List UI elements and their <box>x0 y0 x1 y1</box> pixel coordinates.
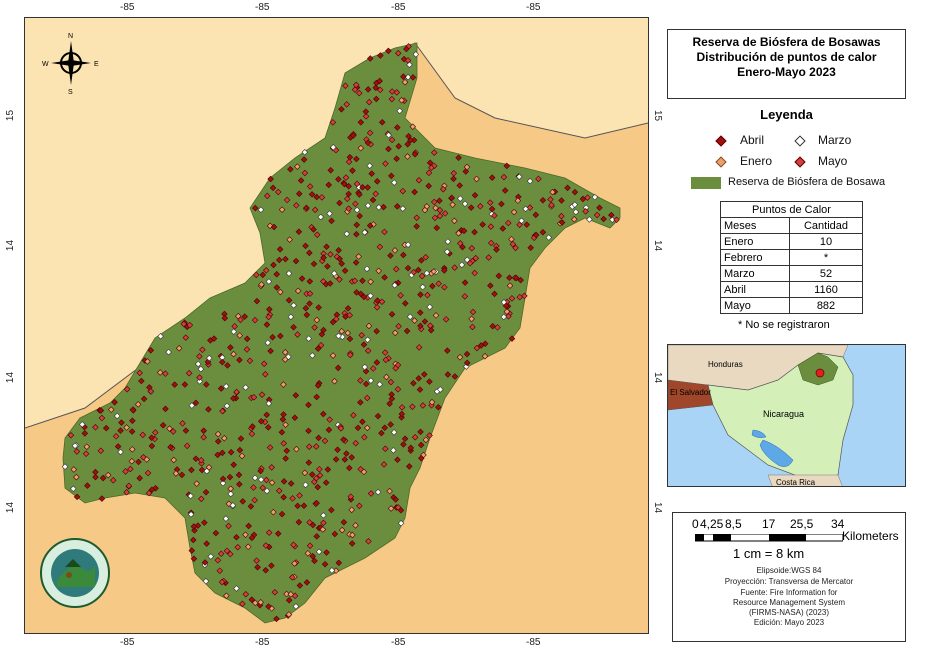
legend-symbol-abril <box>715 135 727 147</box>
table-cell-cantidad: * <box>789 249 863 266</box>
table-cell-cantidad: 1160 <box>789 281 863 298</box>
meta-source-2: Resource Management System <box>732 598 846 607</box>
table-cell-cantidad: 52 <box>789 265 863 282</box>
grid-label-left-3: 14 <box>5 371 17 384</box>
inset-label-honduras: Honduras <box>708 360 743 369</box>
grid-label-right-2: 14 <box>652 239 664 252</box>
legend-symbol-marzo <box>794 135 806 147</box>
grid-label-bottom-1: -85 <box>120 637 135 648</box>
inset-map-canvas: Honduras El Salvador Nicaragua Costa Ric… <box>668 345 905 487</box>
scale-tick-3: 17 <box>762 517 776 531</box>
inset-label-nicaragua: Nicaragua <box>763 409 804 419</box>
meta-edition: Edición: Mayo 2023 <box>753 618 825 627</box>
grid-label-right-3: 14 <box>652 371 664 384</box>
table-row: Febrero * <box>720 249 863 266</box>
grid-label-right-1: 15 <box>652 109 664 122</box>
table-row: Enero 10 <box>720 233 863 250</box>
inset-map[interactable]: Honduras El Salvador Nicaragua Costa Ric… <box>667 344 906 487</box>
table-cell-mes: Abril <box>720 281 790 298</box>
scale-tick-4: 25,5 <box>790 517 814 531</box>
table-header-cantidad: Cantidad <box>789 217 863 234</box>
inset-location-marker <box>815 368 825 378</box>
table-cell-cantidad: 10 <box>789 233 863 250</box>
north-arrow-s: S <box>68 89 73 96</box>
grid-label-top-4: -85 <box>526 2 541 13</box>
table-title: Puntos de Calor <box>720 201 863 218</box>
grid-label-right-4: 14 <box>652 501 664 514</box>
north-arrow-e: E <box>94 61 99 68</box>
organization-logo <box>40 538 110 608</box>
grid-label-left-2: 14 <box>5 239 17 252</box>
table-cell-mes: Mayo <box>720 297 790 314</box>
legend-symbol-mayo <box>794 156 806 168</box>
table-cell-cantidad: 882 <box>789 297 863 314</box>
grid-label-bottom-2: -85 <box>255 637 270 648</box>
title-line-1: Reserva de Biósfera de Bosawas <box>692 35 881 49</box>
grid-label-top-2: -85 <box>255 2 270 13</box>
grid-label-top-1: -85 <box>120 2 135 13</box>
table-row: Abril 1160 <box>720 281 863 298</box>
table-cell-mes: Febrero <box>720 249 790 266</box>
table-cell-mes: Enero <box>720 233 790 250</box>
scale-bar <box>695 534 843 542</box>
grid-label-top-3: -85 <box>391 2 406 13</box>
legend-label-marzo: Marzo <box>818 133 852 147</box>
grid-label-bottom-3: -85 <box>391 637 406 648</box>
scale-ratio: 1 cm = 8 km <box>733 546 805 561</box>
legend-title: Leyenda <box>760 107 813 122</box>
legend-reserve-label: Reserva de Biósfera de Bosawa <box>728 176 886 188</box>
north-arrow-n: N <box>68 33 73 40</box>
legend-label-abril: Abril <box>740 133 765 147</box>
scale-tick-0: 0 <box>692 517 699 531</box>
legend-label-enero: Enero <box>740 154 773 168</box>
scale-unit: Kilometers <box>842 529 899 543</box>
title-panel: Reserva de Biósfera de Bosawas Distribuc… <box>667 29 906 99</box>
meta-source-1: Fuente: Fire Information for <box>740 588 838 597</box>
inset-label-costa-rica: Costa Rica <box>776 478 816 487</box>
grid-label-bottom-4: -85 <box>526 637 541 648</box>
meta-ellipsoid: Elipsoide:WGS 84 <box>756 566 822 575</box>
grid-label-left-1: 15 <box>5 109 17 122</box>
table-note: * No se registraron <box>738 319 830 331</box>
map-frame[interactable]: N S W E <box>24 17 649 634</box>
table-row: Mayo 882 <box>720 297 863 314</box>
table-row: Marzo 52 <box>720 265 863 282</box>
legend-label-mayo: Mayo <box>818 154 848 168</box>
map-canvas: N S W E <box>25 18 648 633</box>
title-line-2: Distribución de puntos de calor <box>696 50 877 64</box>
meta-projection: Proyección: Transversa de Mercator <box>724 577 854 586</box>
grid-label-left-4: 14 <box>5 501 17 514</box>
title-line-3: Enero-Mayo 2023 <box>737 65 836 79</box>
meta-source-3: (FIRMS-NASA) (2023) <box>748 608 829 617</box>
north-arrow-w: W <box>42 61 49 68</box>
legend-symbol-enero <box>715 156 727 168</box>
table-cell-mes: Marzo <box>720 265 790 282</box>
hotspot-count-table: Puntos de Calor Meses Cantidad Enero 10 … <box>720 201 863 314</box>
scale-tick-2: 8,5 <box>725 517 742 531</box>
inset-label-el-salvador: El Salvador <box>670 388 711 397</box>
scale-tick-1: 4,25 <box>700 517 724 531</box>
table-header-meses: Meses <box>720 217 790 234</box>
legend-reserve-swatch <box>691 177 721 189</box>
